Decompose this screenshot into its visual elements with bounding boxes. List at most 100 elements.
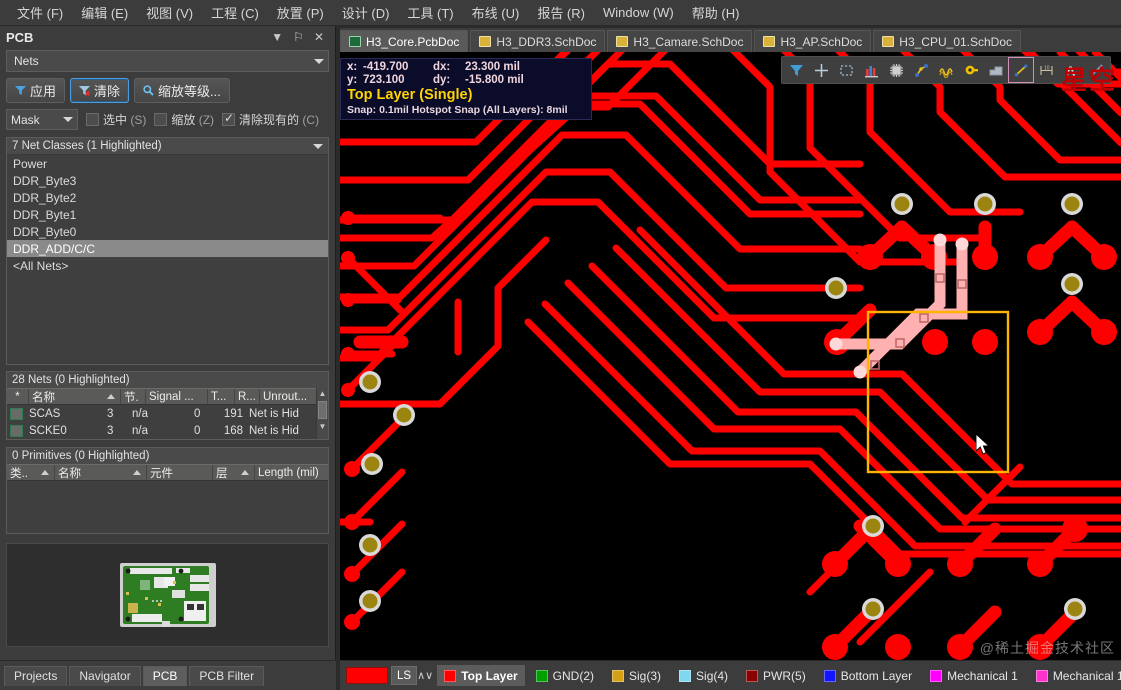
checkbox-clear-existing[interactable]: 清除现有的 (C) [222, 111, 319, 128]
menu-item-place[interactable]: 放置 (P) [268, 0, 333, 25]
menu-item-edit[interactable]: 编辑 (E) [72, 0, 137, 25]
list-item[interactable]: DDR_Byte2 [7, 189, 328, 206]
hud-x-key: x: [347, 61, 358, 73]
net-nodes: 3 [107, 407, 114, 420]
panel-close-icon[interactable]: ✕ [309, 30, 329, 44]
column-header-star[interactable]: * [7, 389, 29, 404]
route-net-icon[interactable] [909, 58, 933, 82]
nets-scrollbar[interactable]: ▲ ▼ [316, 388, 328, 439]
doc-tab-pcb[interactable]: H3_Core.PcbDoc [340, 30, 469, 52]
chevron-down-icon[interactable] [313, 143, 323, 149]
component-chip-icon[interactable] [884, 58, 908, 82]
scroll-up-icon[interactable]: ▲ [319, 388, 327, 399]
menu-item-window[interactable]: Window (W) [594, 2, 683, 23]
checkbox-zoom[interactable]: 缩放 (Z) [154, 111, 214, 128]
tab-pcb[interactable]: PCB [142, 665, 188, 686]
menu-item-help[interactable]: 帮助 (H) [683, 0, 749, 25]
net-t: 0 [194, 424, 201, 437]
column-header-nodes[interactable]: 节. [121, 389, 146, 404]
layer-prev-icon[interactable]: ∧ [417, 669, 425, 682]
net-color-chip[interactable] [10, 424, 23, 437]
column-header-signal[interactable]: Signal ... [146, 389, 208, 404]
layer-tab-pwr5[interactable]: PWR(5) [739, 665, 813, 686]
column-header-r[interactable]: R... [235, 389, 260, 404]
scope-dropdown[interactable]: Nets [6, 50, 329, 72]
filter-icon[interactable] [784, 58, 808, 82]
dimension-icon[interactable]: 10 [1034, 58, 1058, 82]
layer-tab-sig3[interactable]: Sig(3) [605, 665, 668, 686]
column-header-name[interactable]: 名称 [29, 389, 121, 404]
select-area-icon[interactable] [834, 58, 858, 82]
list-item[interactable]: DDR_Byte1 [7, 206, 328, 223]
doc-tab-ddr3[interactable]: H3_DDR3.SchDoc [470, 30, 606, 52]
scroll-down-icon[interactable]: ▼ [319, 421, 327, 432]
menu-item-project[interactable]: 工程 (C) [202, 0, 268, 25]
crosshair-icon[interactable] [809, 58, 833, 82]
clear-button[interactable]: 清除 [70, 78, 130, 103]
layer-set-label[interactable]: LS [391, 666, 418, 685]
tab-navigator[interactable]: Navigator [69, 665, 141, 686]
mask-dropdown[interactable]: Mask [6, 109, 78, 130]
table-row[interactable]: SCKE0 3 n/a 0 168 Net is Hid [7, 422, 316, 439]
text-string-icon[interactable]: A [1059, 58, 1083, 82]
list-item[interactable]: <All Nets> [7, 257, 328, 274]
layer-set-control[interactable]: LS [346, 666, 418, 685]
doc-tab-cpu01[interactable]: H3_CPU_01.SchDoc [873, 30, 1022, 52]
list-item-selected[interactable]: DDR_ADD/C/C [7, 240, 328, 257]
clear-button-label: 清除 [94, 84, 121, 99]
column-header-t[interactable]: T... [208, 389, 235, 404]
column-header-layer[interactable]: 层 [213, 465, 255, 480]
layer-tab-gnd2[interactable]: GND(2) [529, 665, 601, 686]
doc-tab-ap[interactable]: H3_AP.SchDoc [754, 30, 872, 52]
net-classes-listbox: 7 Net Classes (1 Highlighted) Power DDR_… [6, 137, 329, 365]
layer-tab-mechanical1[interactable]: Mechanical 1 [923, 665, 1025, 686]
net-color-chip[interactable] [10, 407, 23, 420]
checkbox-zoom-box[interactable] [154, 113, 168, 126]
zoom-level-button[interactable]: 缩放等级... [134, 78, 230, 103]
apply-button[interactable]: 应用 [6, 78, 66, 103]
menu-item-view[interactable]: 视图 (V) [137, 0, 202, 25]
checkbox-zoom-label: 缩放 (Z) [171, 113, 215, 127]
layer-tab-sig4[interactable]: Sig(4) [672, 665, 735, 686]
layer-next-icon[interactable]: ∨ [425, 669, 433, 682]
checkbox-clear-existing-box[interactable] [222, 111, 236, 126]
menu-item-file[interactable]: 文件 (F) [8, 0, 72, 25]
line-icon[interactable] [1084, 58, 1108, 82]
menu-item-tools[interactable]: 工具 (T) [398, 0, 462, 25]
pad-via-icon[interactable] [959, 58, 983, 82]
column-header-unrouted[interactable]: Unrout... [260, 389, 316, 404]
scroll-thumb[interactable] [318, 401, 327, 419]
doc-tab-camare[interactable]: H3_Camare.SchDoc [607, 30, 753, 52]
panel-dropdown-icon[interactable]: ▼ [266, 30, 288, 44]
menu-item-reports[interactable]: 报告 (R) [528, 0, 594, 25]
checkbox-select[interactable]: 选中 (S) [86, 111, 146, 128]
checkbox-select-box[interactable] [86, 113, 99, 126]
column-header-type[interactable]: 类.. [7, 465, 55, 480]
differential-pair-icon[interactable] [934, 58, 958, 82]
layer-tab-bottom[interactable]: Bottom Layer [817, 665, 919, 686]
list-item[interactable]: DDR_Byte0 [7, 223, 328, 240]
schematic-document-icon [616, 36, 629, 47]
net-name: SCKE0 [29, 424, 67, 437]
chart-bars-icon[interactable] [859, 58, 883, 82]
hud-dy-key: dy: [433, 74, 451, 86]
column-header-name[interactable]: 名称 [55, 465, 147, 480]
pcb-canvas[interactable]: x: -419.700 dx: 23.300 mil y: 723.100 dy… [340, 52, 1121, 660]
interactive-route-icon[interactable] [1008, 57, 1034, 83]
tab-pcb-filter[interactable]: PCB Filter [189, 665, 265, 686]
menu-item-route[interactable]: 布线 (U) [463, 0, 529, 25]
net-classes-header[interactable]: 7 Net Classes (1 Highlighted) [7, 138, 328, 155]
table-row[interactable]: SCAS 3 n/a 0 191 Net is Hid [7, 405, 316, 422]
net-signal: n/a [132, 407, 148, 420]
column-header-length[interactable]: Length (mil) [255, 465, 328, 480]
list-item[interactable]: Power [7, 155, 328, 172]
polygon-pour-icon[interactable] [984, 58, 1008, 82]
layer-tab-top[interactable]: Top Layer [437, 665, 525, 686]
panel-pin-icon[interactable]: ⚐ [288, 30, 309, 44]
list-item[interactable]: DDR_Byte3 [7, 172, 328, 189]
layer-tab-mechanical13[interactable]: Mechanical 13 [1029, 665, 1121, 686]
column-header-component[interactable]: 元件 [147, 465, 213, 480]
tab-projects[interactable]: Projects [4, 665, 68, 686]
menu-item-design[interactable]: 设计 (D) [333, 0, 399, 25]
zoom-level-button-label: 缩放等级... [158, 84, 221, 99]
